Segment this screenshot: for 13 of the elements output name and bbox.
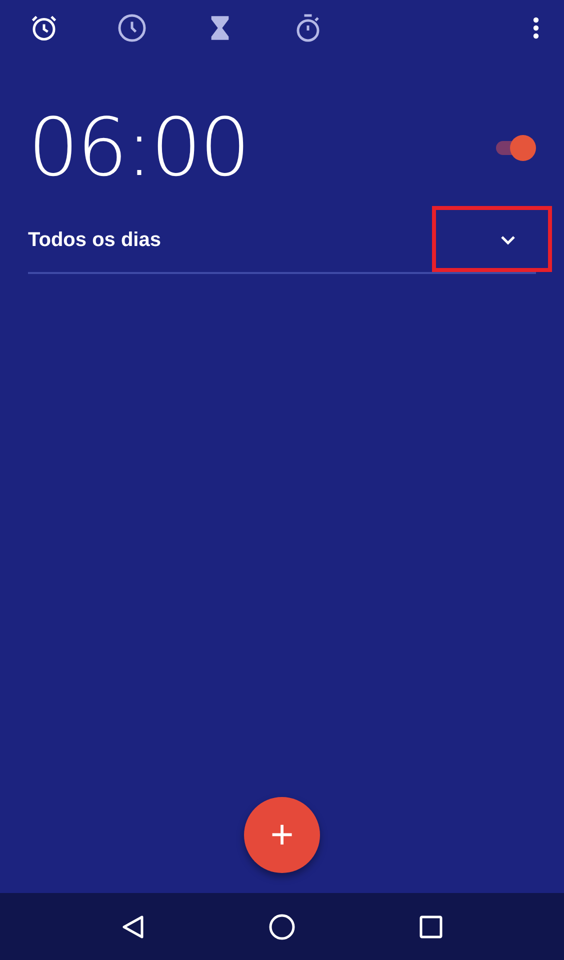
chevron-icon [499, 234, 517, 246]
back-button[interactable] [121, 914, 146, 940]
recents-icon [418, 914, 443, 938]
home-icon [268, 912, 296, 940]
menu-icon [533, 17, 539, 39]
recents-button[interactable] [418, 914, 443, 938]
repeat-label: Todos os dias [28, 228, 161, 252]
clock-icon [117, 13, 147, 43]
add-alarm-button[interactable]: + [244, 797, 320, 873]
alarm-time[interactable]: 06:00 [28, 100, 249, 196]
alarm-clock-icon [29, 13, 59, 43]
back-icon [121, 914, 146, 940]
home-button[interactable] [268, 912, 296, 940]
